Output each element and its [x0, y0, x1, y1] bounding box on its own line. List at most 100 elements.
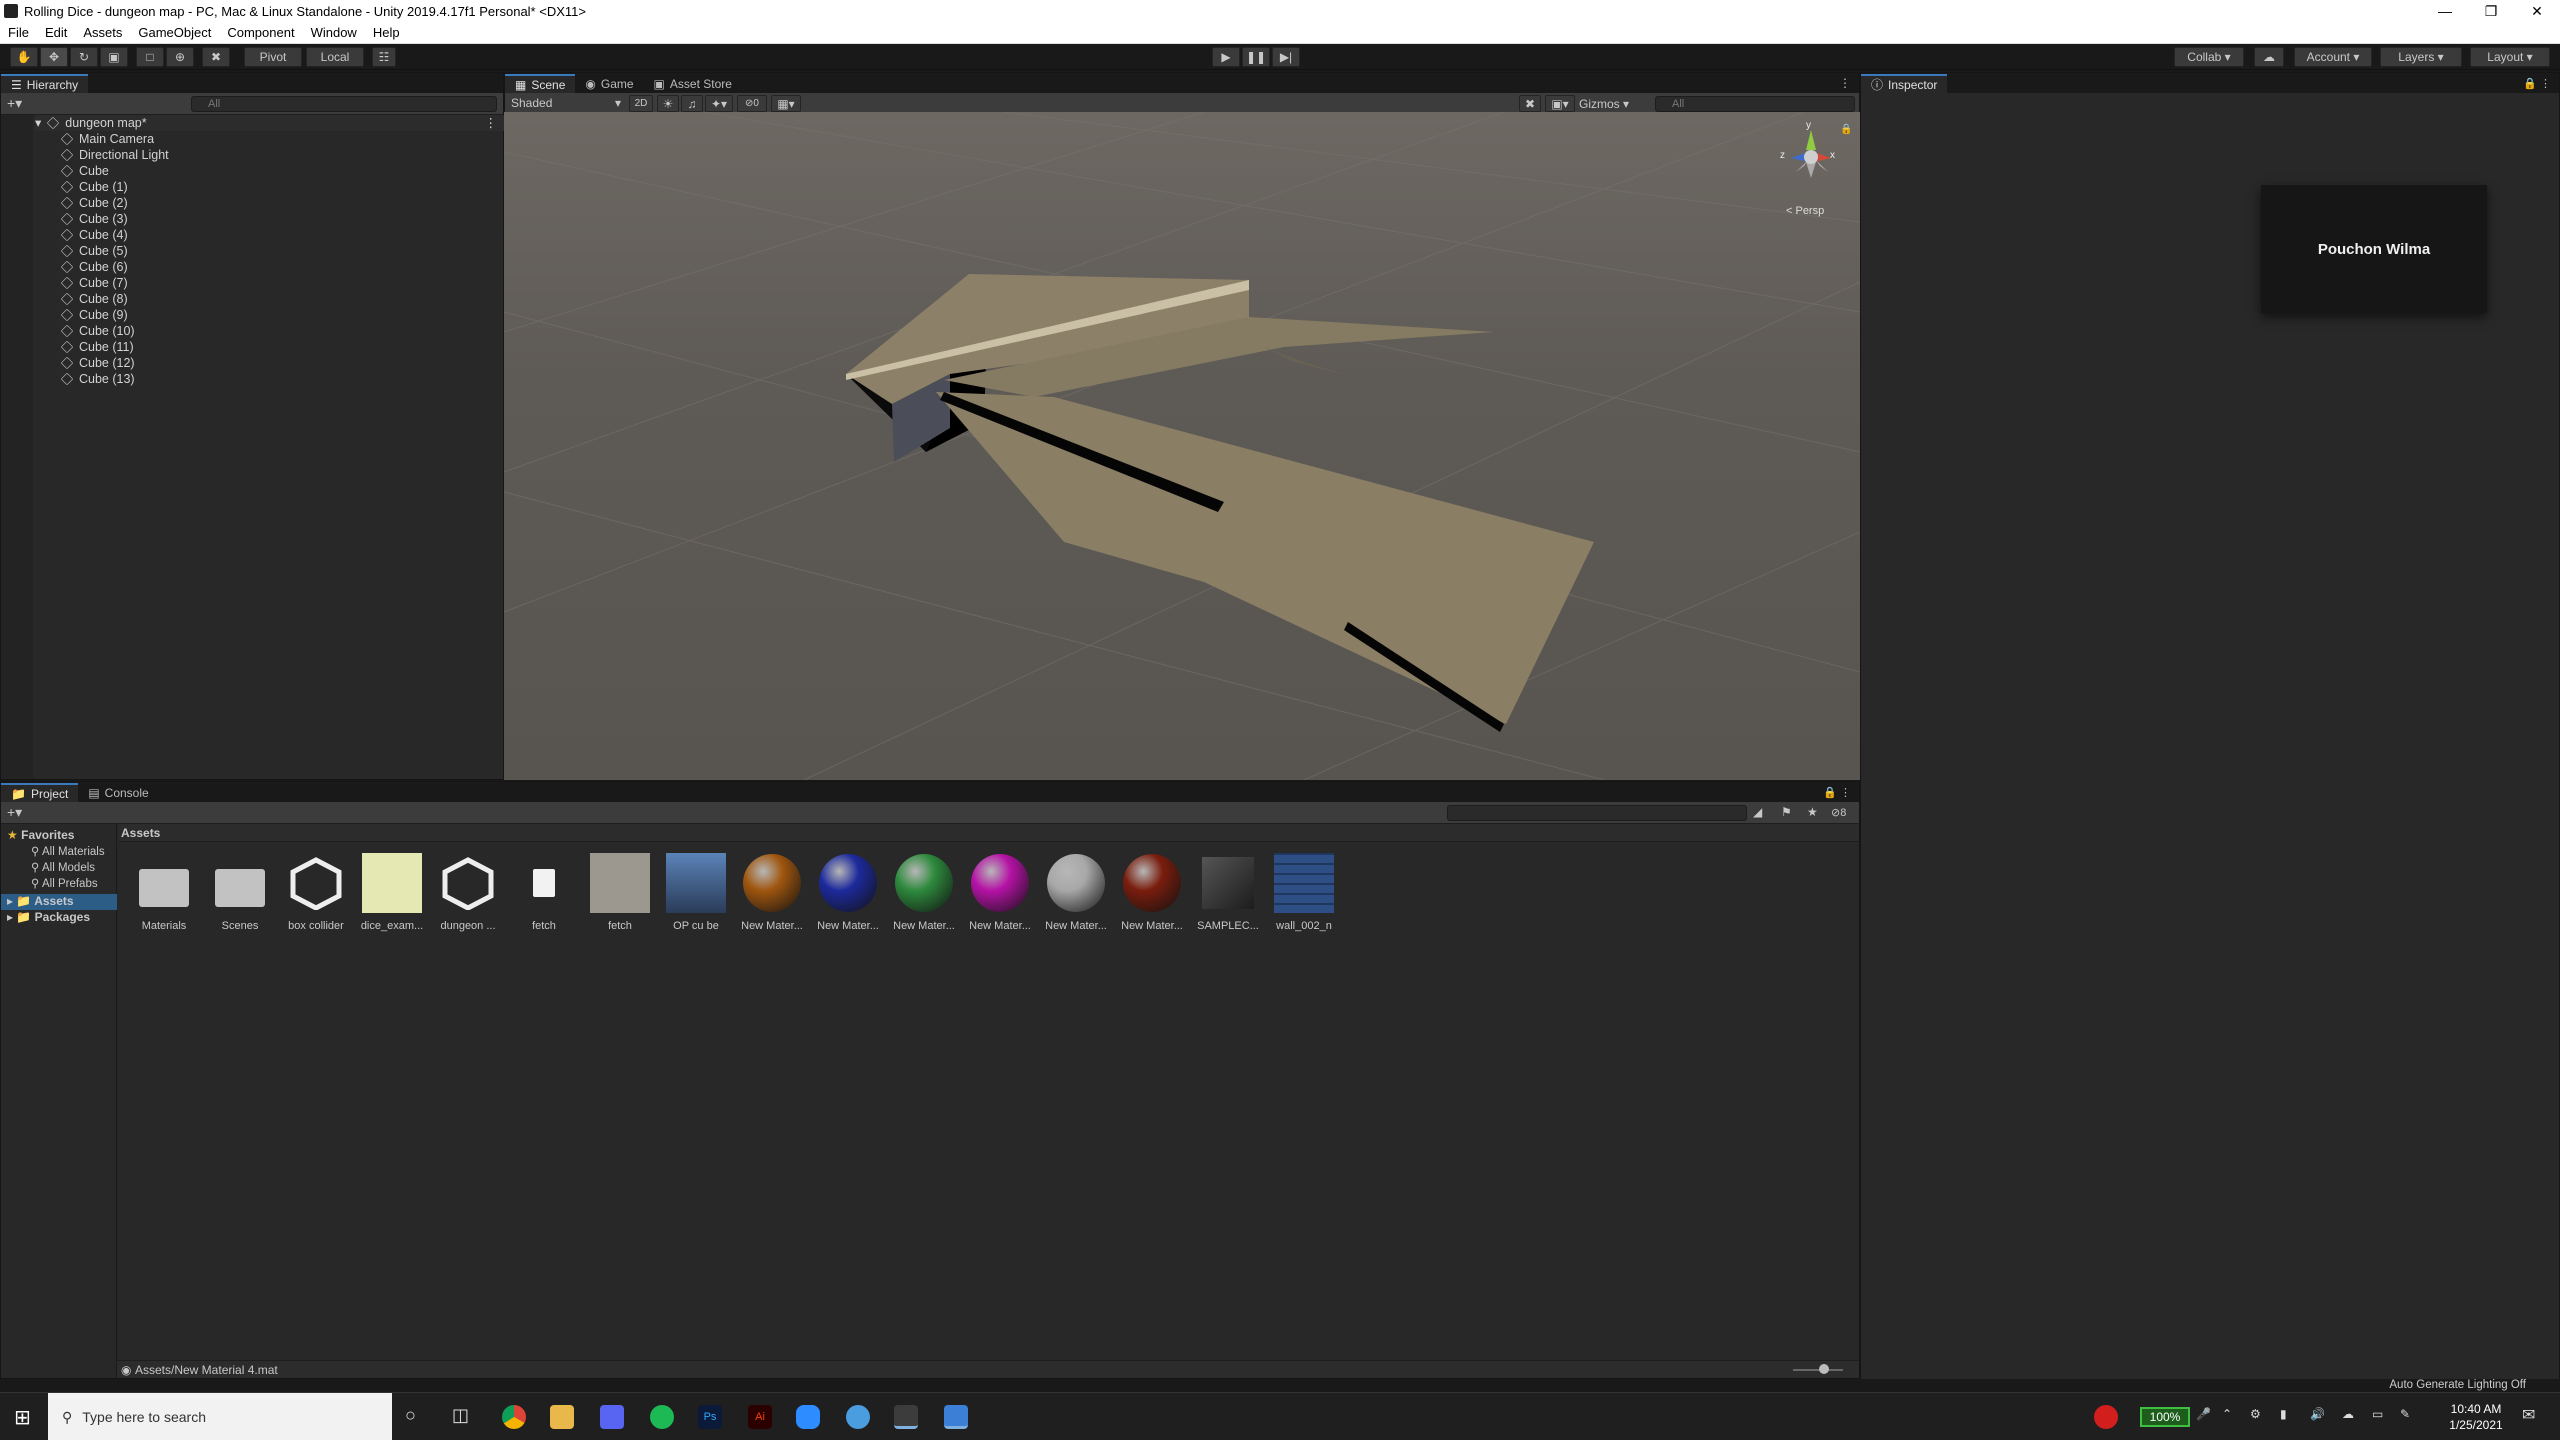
slider-handle[interactable] [1819, 1364, 1829, 1374]
tray-app-icon[interactable] [2094, 1405, 2118, 1429]
project-search-input[interactable] [1447, 805, 1747, 821]
menu-help[interactable]: Help [365, 25, 408, 40]
favorite-all-prefabs[interactable]: ⚲ All Prefabs [31, 876, 98, 890]
asset-tile[interactable]: wall_002_n [1270, 852, 1338, 932]
pen-icon[interactable]: ✎ [2400, 1407, 2410, 1421]
mic-icon[interactable]: 🎤 [2196, 1407, 2211, 1421]
battery-indicator[interactable]: 100% [2140, 1407, 2190, 1427]
hierarchy-item[interactable]: Cube (3) [60, 211, 128, 227]
rect-tool-icon[interactable]: □ [136, 47, 164, 67]
system-clock[interactable]: 10:40 AM 1/25/2021 [2438, 1401, 2514, 1433]
acrobat-icon[interactable]: Ai [748, 1405, 772, 1429]
asset-tile[interactable]: Scenes [206, 852, 274, 932]
local-toggle[interactable]: Local [306, 47, 364, 67]
filter-type-icon[interactable]: ◢ [1753, 805, 1762, 819]
asset-tile[interactable]: OP cu be [662, 852, 730, 932]
add-object-icon[interactable]: +▾ [7, 95, 22, 112]
scene-menu-icon[interactable]: ⋮ [485, 115, 498, 131]
orientation-gizmo[interactable]: y x z [1776, 120, 1846, 200]
shading-dropdown[interactable]: Shaded ▾ [507, 95, 625, 112]
asset-tile[interactable]: New Mater... [738, 852, 806, 932]
snap-icon[interactable]: ☷ [372, 47, 396, 67]
play-button[interactable]: ▶ [1212, 47, 1240, 67]
menu-assets[interactable]: Assets [75, 25, 130, 40]
task-view-icon[interactable]: ◫ [452, 1405, 469, 1426]
volume-icon[interactable]: 🔊 [2310, 1407, 2325, 1421]
tab-hierarchy[interactable]: ☰ Hierarchy [1, 74, 89, 93]
menu-file[interactable]: File [0, 25, 37, 40]
transform-tool-icon[interactable]: ⊕ [166, 47, 194, 67]
asset-tile[interactable]: New Mater... [966, 852, 1034, 932]
tab-scene[interactable]: ▦ Scene [505, 74, 576, 93]
minimize-icon[interactable]: — [2422, 0, 2468, 22]
camera-dropdown-icon[interactable]: ▣▾ [1545, 95, 1575, 112]
toggle-2d-button[interactable]: 2D [629, 95, 653, 112]
tab-game[interactable]: ◉ Game [575, 74, 643, 93]
lighting-status[interactable]: Auto Generate Lighting Off [2389, 1379, 2526, 1391]
layers-dropdown[interactable]: Layers ▾ [2380, 47, 2462, 67]
hierarchy-item[interactable]: Cube (12) [60, 355, 135, 371]
layout-dropdown[interactable]: Layout ▾ [2470, 47, 2550, 67]
move-tool-icon[interactable]: ✥ [40, 47, 68, 67]
inspector-lock-icon[interactable]: 🔒 ⋮ [2523, 77, 2551, 90]
hierarchy-item[interactable]: Cube (11) [60, 339, 134, 355]
hierarchy-item[interactable]: Cube (1) [60, 179, 128, 195]
hierarchy-search-input[interactable]: All [191, 96, 497, 112]
asset-tile[interactable]: box collider [282, 852, 350, 932]
asset-tile[interactable]: Materials [130, 852, 198, 932]
asset-tile[interactable]: fetch [510, 852, 578, 932]
hierarchy-item[interactable]: Directional Light [60, 147, 169, 163]
windows-start-icon[interactable]: ⊞ [14, 1405, 31, 1430]
tab-project[interactable]: 📁 Project [1, 783, 79, 802]
create-asset-icon[interactable]: +▾ [7, 804, 22, 821]
scene-search-input[interactable]: All [1655, 96, 1855, 112]
gizmos-dropdown[interactable]: Gizmos ▾ [1579, 96, 1639, 112]
notification-icon[interactable]: ✉ [2522, 1405, 2535, 1425]
hierarchy-item[interactable]: Cube (9) [60, 307, 128, 323]
menu-gameobject[interactable]: GameObject [130, 25, 219, 40]
asset-tile[interactable]: fetch [586, 852, 654, 932]
gizmo-lock-icon[interactable]: 🔒 [1840, 124, 1852, 135]
effects-dropdown-icon[interactable]: ✦▾ [705, 95, 733, 112]
menu-component[interactable]: Component [219, 25, 302, 40]
hierarchy-item[interactable]: Main Camera [60, 131, 154, 147]
taskbar-search-input[interactable]: ⚲ Type here to search [48, 1393, 392, 1440]
scene-menu-icon[interactable]: ⋮ [1839, 76, 1851, 90]
chrome-icon[interactable] [502, 1405, 526, 1429]
step-button[interactable]: ▶| [1272, 47, 1300, 67]
folder-assets[interactable]: ▸ 📁 Assets [1, 894, 117, 910]
tools-icon[interactable]: ✖ [1519, 95, 1541, 112]
scale-tool-icon[interactable]: ▣ [100, 47, 128, 67]
hierarchy-item[interactable]: Cube (4) [60, 227, 128, 243]
scene-viewport[interactable]: y x z < Persp 🔒 [504, 112, 1860, 780]
hierarchy-item[interactable]: Cube [60, 163, 109, 179]
app-taskbar-icon[interactable] [944, 1405, 968, 1429]
favorite-all-materials[interactable]: ⚲ All Materials [31, 844, 105, 858]
tab-inspector[interactable]: ⓘ Inspector [1861, 74, 1948, 93]
tab-console[interactable]: ▤ Console [78, 783, 158, 802]
account-dropdown[interactable]: Account ▾ [2294, 47, 2372, 67]
menu-window[interactable]: Window [303, 25, 365, 40]
rotate-tool-icon[interactable]: ↻ [70, 47, 98, 67]
perspective-label[interactable]: < Persp [1786, 205, 1824, 217]
display-icon[interactable]: ▭ [2372, 1407, 2383, 1421]
tray-expand-icon[interactable]: ⌃ [2222, 1407, 2232, 1421]
hierarchy-item[interactable]: Cube (7) [60, 275, 128, 291]
hierarchy-item[interactable]: Cube (2) [60, 195, 128, 211]
battery-icon[interactable]: ▮ [2280, 1407, 2287, 1421]
hierarchy-item[interactable]: Cube (5) [60, 243, 128, 259]
collab-dropdown[interactable]: Collab ▾ [2174, 47, 2244, 67]
audio-toggle-icon[interactable]: ♫ [681, 95, 703, 112]
asset-tile[interactable]: SAMPLEC... [1194, 852, 1262, 932]
zoom-icon[interactable] [796, 1405, 820, 1429]
asset-tile[interactable]: New Mater... [1042, 852, 1110, 932]
grid-dropdown-icon[interactable]: ▦▾ [771, 95, 801, 112]
project-lock-icon[interactable]: 🔒 ⋮ [1823, 786, 1851, 799]
custom-tool-icon[interactable]: ✖ [202, 47, 230, 67]
hierarchy-item[interactable]: Cube (13) [60, 371, 135, 387]
favorite-star-icon[interactable]: ★ [1807, 805, 1818, 819]
network-icon[interactable]: ⚙ [2250, 1407, 2261, 1421]
asset-tile[interactable]: dice_exam... [358, 852, 426, 932]
hierarchy-item[interactable]: Cube (6) [60, 259, 128, 275]
lighting-toggle-icon[interactable]: ☀ [657, 95, 679, 112]
